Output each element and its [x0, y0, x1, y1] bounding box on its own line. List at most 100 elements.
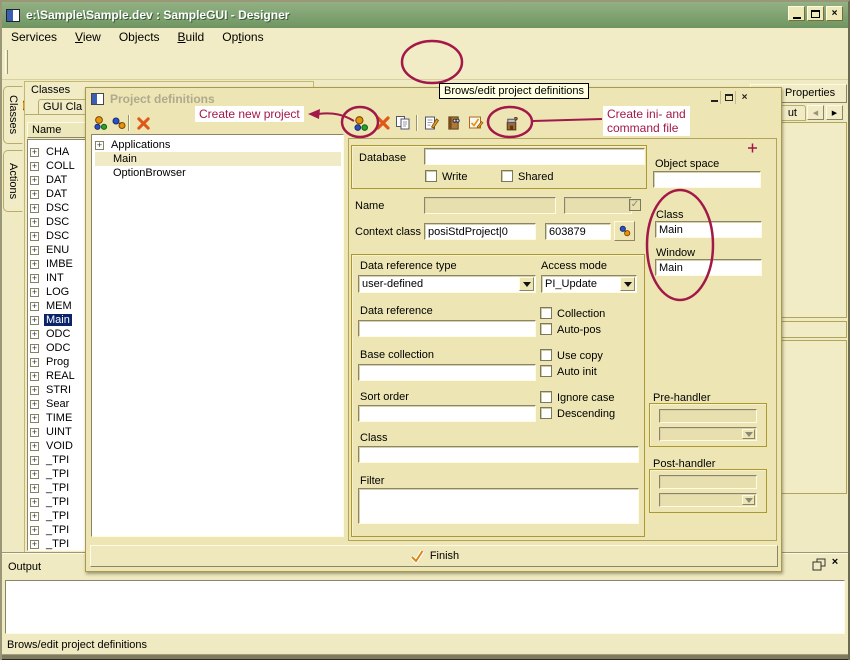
library-icon[interactable] [444, 114, 462, 132]
class-input[interactable] [358, 446, 639, 463]
finish-button[interactable]: Finish [90, 545, 778, 567]
edit-document-icon[interactable] [422, 114, 440, 132]
copy-project-icon[interactable] [394, 114, 412, 132]
menu-services[interactable]: Services [2, 29, 66, 45]
class-field-input[interactable]: Main [655, 221, 762, 238]
class-tree-item[interactable]: +_TPI [30, 467, 71, 481]
dropdown-arrow-icon[interactable] [519, 277, 534, 291]
menu-objects[interactable]: Objects [110, 29, 169, 45]
expand-icon[interactable]: + [30, 344, 39, 353]
collection-checkbox[interactable] [540, 307, 552, 319]
data-reference-input[interactable] [358, 320, 536, 337]
expand-icon[interactable]: + [30, 316, 39, 325]
expand-icon[interactable]: + [30, 302, 39, 311]
create-ini-command-icon[interactable] [502, 114, 520, 132]
dropdown-arrow-icon[interactable] [620, 277, 635, 291]
class-tree-item[interactable]: +_TPI [30, 481, 71, 495]
sort-order-input[interactable] [358, 405, 536, 422]
class-tree-item[interactable]: +DSC [30, 229, 71, 243]
class-tree-item[interactable]: +_TPI [30, 523, 71, 537]
expand-icon[interactable]: + [30, 288, 39, 297]
expand-icon[interactable]: + [30, 176, 39, 185]
shared-checkbox[interactable] [501, 170, 513, 182]
expand-icon[interactable]: + [30, 498, 39, 507]
auto-init-checkbox[interactable] [540, 365, 552, 377]
dialog-close-button[interactable]: × [738, 91, 751, 104]
class-tree-item[interactable]: +REAL [30, 369, 77, 383]
class-tree-item[interactable]: +MEM [30, 299, 74, 313]
tab-scroll-right-icon[interactable]: ▶ [826, 105, 843, 120]
tab-classes[interactable]: Classes [3, 86, 23, 144]
expand-icon[interactable]: + [30, 428, 39, 437]
write-checkbox[interactable] [425, 170, 437, 182]
close-button[interactable]: × [826, 6, 843, 21]
class-tree-item[interactable]: +DAT [30, 187, 69, 201]
expand-icon[interactable]: + [30, 246, 39, 255]
tab-actions[interactable]: Actions [3, 150, 23, 212]
expand-icon[interactable]: + [30, 512, 39, 521]
expand-icon[interactable]: + [30, 470, 39, 479]
class-tree-item[interactable]: +INT [30, 271, 66, 285]
class-tree-item[interactable]: +DSC [30, 215, 71, 229]
expand-icon[interactable]: + [30, 358, 39, 367]
database-input[interactable] [424, 148, 645, 165]
expand-icon[interactable]: + [30, 330, 39, 339]
expand-icon[interactable]: + [30, 414, 39, 423]
menu-build[interactable]: Build [169, 29, 214, 45]
menu-view[interactable]: View [66, 29, 110, 45]
menu-options[interactable]: Options [213, 29, 272, 45]
class-tree-item[interactable]: +CHA [30, 145, 71, 159]
context-class-number-input[interactable]: 603879 [545, 223, 611, 240]
class-tree-item[interactable]: +Main [30, 313, 72, 327]
close-panel-icon[interactable]: × [828, 556, 842, 570]
dialog-minimize-button[interactable] [708, 91, 721, 104]
new-item-icon[interactable] [92, 114, 110, 132]
new-project-icon[interactable] [352, 114, 370, 132]
expand-icon[interactable]: + [30, 204, 39, 213]
toolbar-handle[interactable] [5, 50, 8, 74]
class-tree-item[interactable]: +TIME [30, 411, 74, 425]
expand-icon[interactable]: + [30, 162, 39, 171]
dialog-maximize-button[interactable] [723, 91, 736, 104]
title-bar[interactable]: e:\Sample\Sample.dev : SampleGUI - Desig… [2, 2, 848, 28]
expand-icon[interactable]: + [30, 456, 39, 465]
tab-scroll-left-icon[interactable]: ◀ [807, 105, 824, 120]
class-tree-item[interactable]: +IMBE [30, 257, 75, 271]
expand-icon[interactable]: + [30, 260, 39, 269]
float-panel-icon[interactable] [812, 558, 826, 571]
minimize-button[interactable] [788, 6, 805, 21]
maximize-button[interactable] [807, 6, 824, 21]
edit-properties-icon[interactable] [466, 114, 484, 132]
output-content[interactable] [5, 580, 845, 634]
class-tree-item[interactable]: +STRI [30, 383, 73, 397]
delete-item-icon[interactable] [134, 114, 152, 132]
class-tree-item[interactable]: +ODC [30, 327, 72, 341]
project-tree-item[interactable]: OptionBrowser [95, 166, 341, 180]
class-tree-item[interactable]: +Prog [30, 355, 71, 369]
link-item-icon[interactable] [110, 114, 128, 132]
class-tree-item[interactable]: +LOG [30, 285, 71, 299]
class-tree-item[interactable]: +ODC [30, 341, 72, 355]
project-tree-item[interactable]: +Applications [95, 138, 341, 152]
context-class-browse-button[interactable] [614, 221, 635, 241]
expand-icon[interactable]: + [30, 218, 39, 227]
expand-icon[interactable]: + [30, 148, 39, 157]
descending-checkbox[interactable] [540, 407, 552, 419]
expand-icon[interactable]: + [30, 274, 39, 283]
base-collection-input[interactable] [358, 364, 536, 381]
class-tree-item[interactable]: +_TPI [30, 537, 71, 551]
data-reference-type-select[interactable]: user-defined [358, 275, 536, 293]
expand-icon[interactable]: + [30, 484, 39, 493]
ignore-case-checkbox[interactable] [540, 391, 552, 403]
class-tree-item[interactable]: +ENU [30, 243, 71, 257]
output-tab[interactable]: Output [8, 561, 41, 573]
class-tree-item[interactable]: +VOID [30, 439, 75, 453]
object-space-input[interactable] [653, 171, 761, 188]
class-tree-item[interactable]: +_TPI [30, 509, 71, 523]
class-tree-item[interactable]: +COLL [30, 159, 77, 173]
expand-icon[interactable]: + [30, 540, 39, 549]
class-tree-item[interactable]: +_TPI [30, 453, 71, 467]
access-mode-select[interactable]: PI_Update [541, 275, 637, 293]
expand-icon[interactable]: + [30, 232, 39, 241]
window-field-input[interactable]: Main [655, 259, 762, 276]
